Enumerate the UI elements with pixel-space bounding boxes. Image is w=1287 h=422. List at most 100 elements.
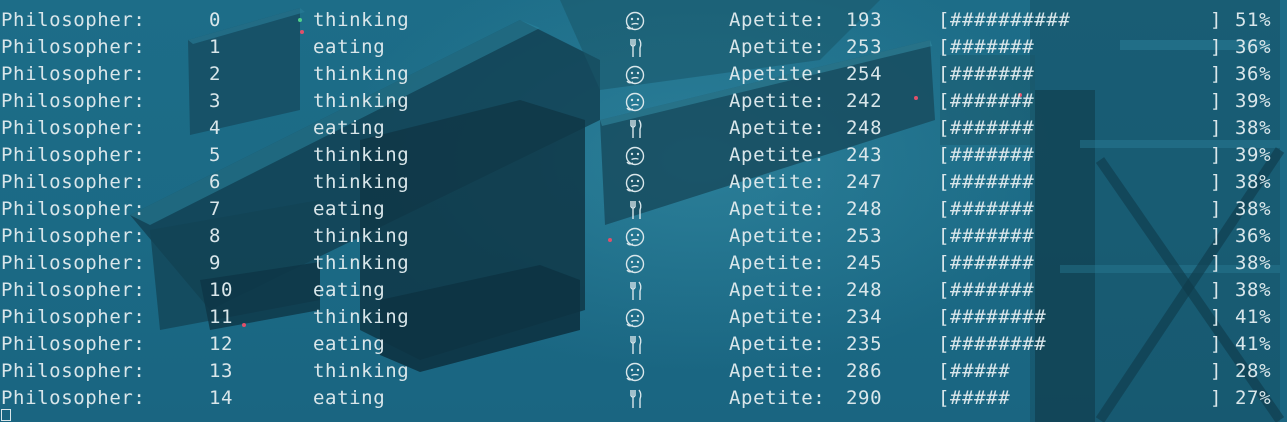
apetite-value: 247 [846,171,883,193]
philosopher-state: thinking [313,360,410,382]
philosopher-id: 13 [209,360,234,382]
philosopher-label: Philosopher: [1,306,146,328]
fork-knife-icon [624,196,648,223]
fork-knife-icon [624,34,648,61]
thinking-face-icon [624,169,648,196]
apetite-label: Apetite: [729,333,826,355]
progress-percent: 41% [1235,333,1272,355]
progress-bar-close: ] [1210,360,1223,382]
progress-percent: 41% [1235,306,1272,328]
philosopher-state: thinking [313,252,410,274]
philosopher-label: Philosopher: [1,117,146,139]
philosopher-label: Philosopher: [1,360,146,382]
philosopher-row: Philosopher: 7 eating Apetite: 248 [#######] 3… [0,196,1287,223]
apetite-value: 248 [846,117,883,139]
apetite-value: 243 [846,144,883,166]
progress-bar-close: ] [1210,36,1223,58]
block-cursor-icon [1,409,11,421]
fork-knife-icon [624,115,648,142]
progress-bar: [##### [938,360,1011,382]
philosopher-state: thinking [313,225,410,247]
philosopher-row: Philosopher: 4 eating Apetite: 248 [#######] 3… [0,115,1287,142]
progress-bar-close: ] [1210,387,1223,409]
progress-bar: [####### [938,279,1035,301]
philosopher-row: Philosopher: 0 thinking Apetite: 193 [#######… [0,7,1287,34]
thinking-face-icon [624,61,648,88]
progress-percent: 38% [1235,171,1272,193]
progress-bar-close: ] [1210,306,1223,328]
philosopher-state: thinking [313,9,410,31]
progress-bar-close: ] [1210,252,1223,274]
progress-percent: 39% [1235,90,1272,112]
philosopher-id: 5 [209,144,222,166]
philosopher-id: 7 [209,198,222,220]
progress-bar-close: ] [1210,171,1223,193]
terminal-output[interactable]: Philosopher: 0 thinking Apetite: 193 [#######… [0,0,1287,422]
philosopher-label: Philosopher: [1,90,146,112]
apetite-value: 290 [846,387,883,409]
philosopher-id: 8 [209,225,222,247]
philosopher-id: 3 [209,90,222,112]
apetite-label: Apetite: [729,306,826,328]
philosopher-row: Philosopher: 13 thinking Apetite: 286 [#####]… [0,358,1287,385]
progress-bar: [####### [938,36,1035,58]
philosopher-state: thinking [313,90,410,112]
progress-bar-close: ] [1210,90,1223,112]
philosopher-id: 4 [209,117,222,139]
fork-knife-icon [624,277,648,304]
progress-bar: [####### [938,252,1035,274]
progress-bar: [####### [938,90,1035,112]
progress-bar-close: ] [1210,225,1223,247]
progress-percent: 51% [1235,9,1272,31]
progress-bar: [######## [938,306,1047,328]
progress-bar: [####### [938,63,1035,85]
philosopher-row: Philosopher: 12 eating Apetite: 235 [########… [0,331,1287,358]
philosopher-label: Philosopher: [1,279,146,301]
philosopher-label: Philosopher: [1,198,146,220]
apetite-label: Apetite: [729,252,826,274]
apetite-label: Apetite: [729,171,826,193]
apetite-label: Apetite: [729,36,826,58]
progress-bar: [####### [938,171,1035,193]
apetite-value: 286 [846,360,883,382]
apetite-value: 234 [846,306,883,328]
progress-bar: [######## [938,333,1047,355]
philosopher-id: 12 [209,333,234,355]
apetite-label: Apetite: [729,90,826,112]
apetite-value: 253 [846,225,883,247]
philosopher-id: 1 [209,36,222,58]
thinking-face-icon [624,304,648,331]
apetite-value: 254 [846,63,883,85]
philosopher-id: 2 [209,63,222,85]
thinking-face-icon [624,88,648,115]
philosopher-state: eating [313,333,386,355]
apetite-label: Apetite: [729,225,826,247]
philosopher-id: 10 [209,279,234,301]
apetite-value: 235 [846,333,883,355]
progress-percent: 36% [1235,36,1272,58]
apetite-value: 245 [846,252,883,274]
philosopher-label: Philosopher: [1,252,146,274]
progress-bar-close: ] [1210,198,1223,220]
progress-percent: 38% [1235,279,1272,301]
apetite-label: Apetite: [729,198,826,220]
progress-bar: [####### [938,117,1035,139]
progress-bar: [##### [938,387,1011,409]
progress-bar: [####### [938,198,1035,220]
fork-knife-icon [624,385,648,412]
philosopher-row: Philosopher: 3 thinking Apetite: 242 [#######… [0,88,1287,115]
philosopher-row: Philosopher: 14 eating Apetite: 290 [#####] 27… [0,385,1287,412]
progress-bar-close: ] [1210,9,1223,31]
philosopher-id: 0 [209,9,222,31]
progress-percent: 38% [1235,252,1272,274]
apetite-value: 248 [846,279,883,301]
philosopher-label: Philosopher: [1,36,146,58]
philosopher-row: Philosopher: 8 thinking Apetite: 253 [#######… [0,223,1287,250]
progress-bar-close: ] [1210,144,1223,166]
progress-bar: [####### [938,225,1035,247]
apetite-label: Apetite: [729,144,826,166]
fork-knife-icon [624,331,648,358]
philosopher-state: eating [313,117,386,139]
philosopher-state: eating [313,36,386,58]
philosopher-label: Philosopher: [1,387,146,409]
